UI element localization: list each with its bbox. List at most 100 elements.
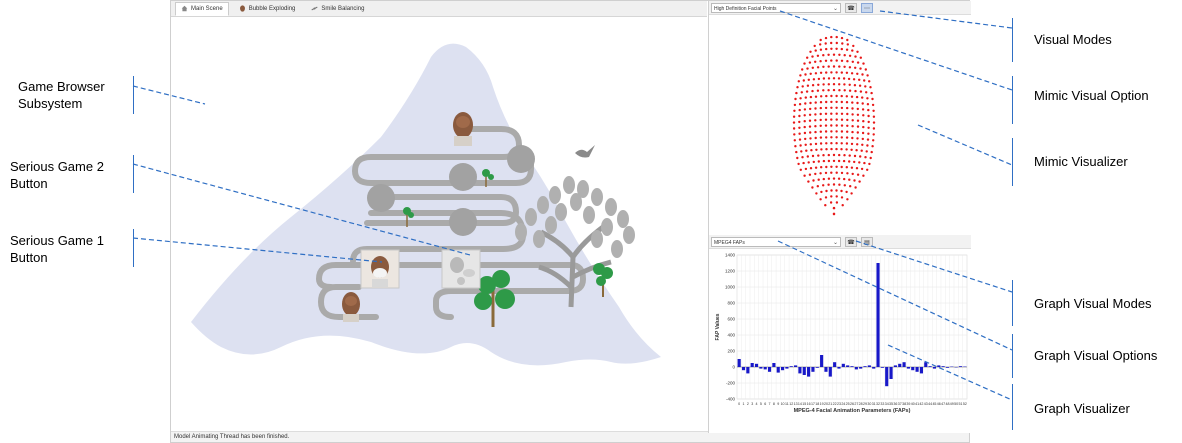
facial-point [812,179,815,182]
facial-point [840,130,844,133]
tab-smile-balancing-label: Smile Balancing [321,5,365,12]
graph-mode-table-button[interactable]: ▤ [861,236,873,247]
facial-point [840,36,844,40]
facial-point [860,149,863,152]
fap-bar [841,363,845,367]
graph-visual-option-select[interactable]: MPEG4 FAPs ⌄ [711,236,841,247]
facial-point [840,148,843,151]
facial-point [851,136,854,140]
facial-point [870,150,873,154]
facial-point [808,61,812,64]
facial-point [809,50,812,53]
facial-point [825,47,828,51]
face-icon [239,5,245,12]
facial-point [798,138,802,141]
facial-point [858,84,862,87]
mimic-toolbar: High Definition Facial Points ⌄ ☎ ⋯ [709,1,971,15]
facial-point [804,102,807,105]
tab-smile-balancing[interactable]: Smile Balancing [305,2,370,16]
facial-point [846,60,849,63]
facial-point [809,95,813,99]
facial-point [850,142,854,146]
facial-point [796,156,799,160]
chart-mode-icon: ☎ [847,239,855,246]
y-tick-label: -200 [726,381,736,386]
facial-point [830,112,833,115]
facial-point [871,97,874,101]
facial-point [850,72,854,75]
serious-game-1-button[interactable] [360,249,400,289]
facial-point [820,148,823,151]
annotation-graph-modes: Graph Visual Modes [1034,296,1152,311]
x-tick-label: 7 [769,402,771,406]
facial-point [835,189,838,192]
fap-bar [932,367,937,369]
facial-point [824,204,827,207]
facial-point [840,106,844,110]
facial-point [803,120,806,123]
facial-point [816,89,820,92]
mimic-mode-points-button[interactable]: ⋯ [861,2,873,13]
facial-point [838,83,841,86]
right-panel: High Definition Facial Points ⌄ ☎ ⋯ MPEG… [708,1,971,433]
facial-point [841,204,844,207]
x-tick-label: 2 [747,402,749,406]
facial-point [827,183,830,186]
facial-point [845,190,848,194]
facial-point [835,59,838,62]
fap-bar [898,363,902,367]
facial-point [845,148,848,151]
facial-point [865,150,868,153]
facial-point [840,100,843,104]
facial-point [853,84,857,87]
facial-point [854,66,857,69]
annotation-game-browser: Game Browser Subsystem [18,78,105,112]
facial-point [824,118,828,121]
facial-point [846,198,849,201]
annotation-mimic-option: Mimic Visual Option [1034,88,1149,103]
fap-bar [859,367,863,369]
facial-point [851,60,854,63]
facial-point [807,161,810,164]
mimic-visual-option-select[interactable]: High Definition Facial Points ⌄ [711,2,841,13]
facial-point [846,172,849,175]
facial-point [819,118,822,122]
facial-point [866,144,869,147]
facial-point [795,91,798,95]
facial-point [848,160,851,163]
facial-point [862,114,865,117]
facial-point [822,89,825,92]
fap-bar [941,366,945,367]
facial-point [846,106,849,110]
facial-point [858,78,861,81]
fap-bar [759,367,763,369]
fap-bar [924,362,928,367]
graph-mode-chart-button[interactable]: ☎ [845,236,857,247]
facial-point [870,91,873,95]
facial-point [803,131,807,135]
facial-point [830,59,833,62]
facial-point [811,55,814,58]
facial-point [805,149,808,152]
facial-point [797,80,800,83]
tab-bubble-exploding[interactable]: Bubble Exploding [233,2,302,16]
facial-point [799,97,802,100]
annotation-bracket [1012,76,1013,124]
facial-point [832,83,836,86]
facial-point [848,54,852,57]
facial-point [830,136,833,139]
facial-point [862,62,865,65]
tab-main-scene[interactable]: Main Scene [175,1,229,16]
facial-point [841,42,844,45]
fap-bar [737,359,741,367]
fap-bar [776,367,780,373]
mimic-mode-face-button[interactable]: ☎ [845,2,857,13]
facial-point [830,106,833,110]
facial-point [835,124,838,127]
serious-game-2-button[interactable] [441,249,481,289]
facial-point [848,89,852,92]
facial-point [851,130,854,134]
facial-point [824,36,828,40]
x-tick-label: 6 [764,402,766,406]
facial-point [843,177,846,181]
